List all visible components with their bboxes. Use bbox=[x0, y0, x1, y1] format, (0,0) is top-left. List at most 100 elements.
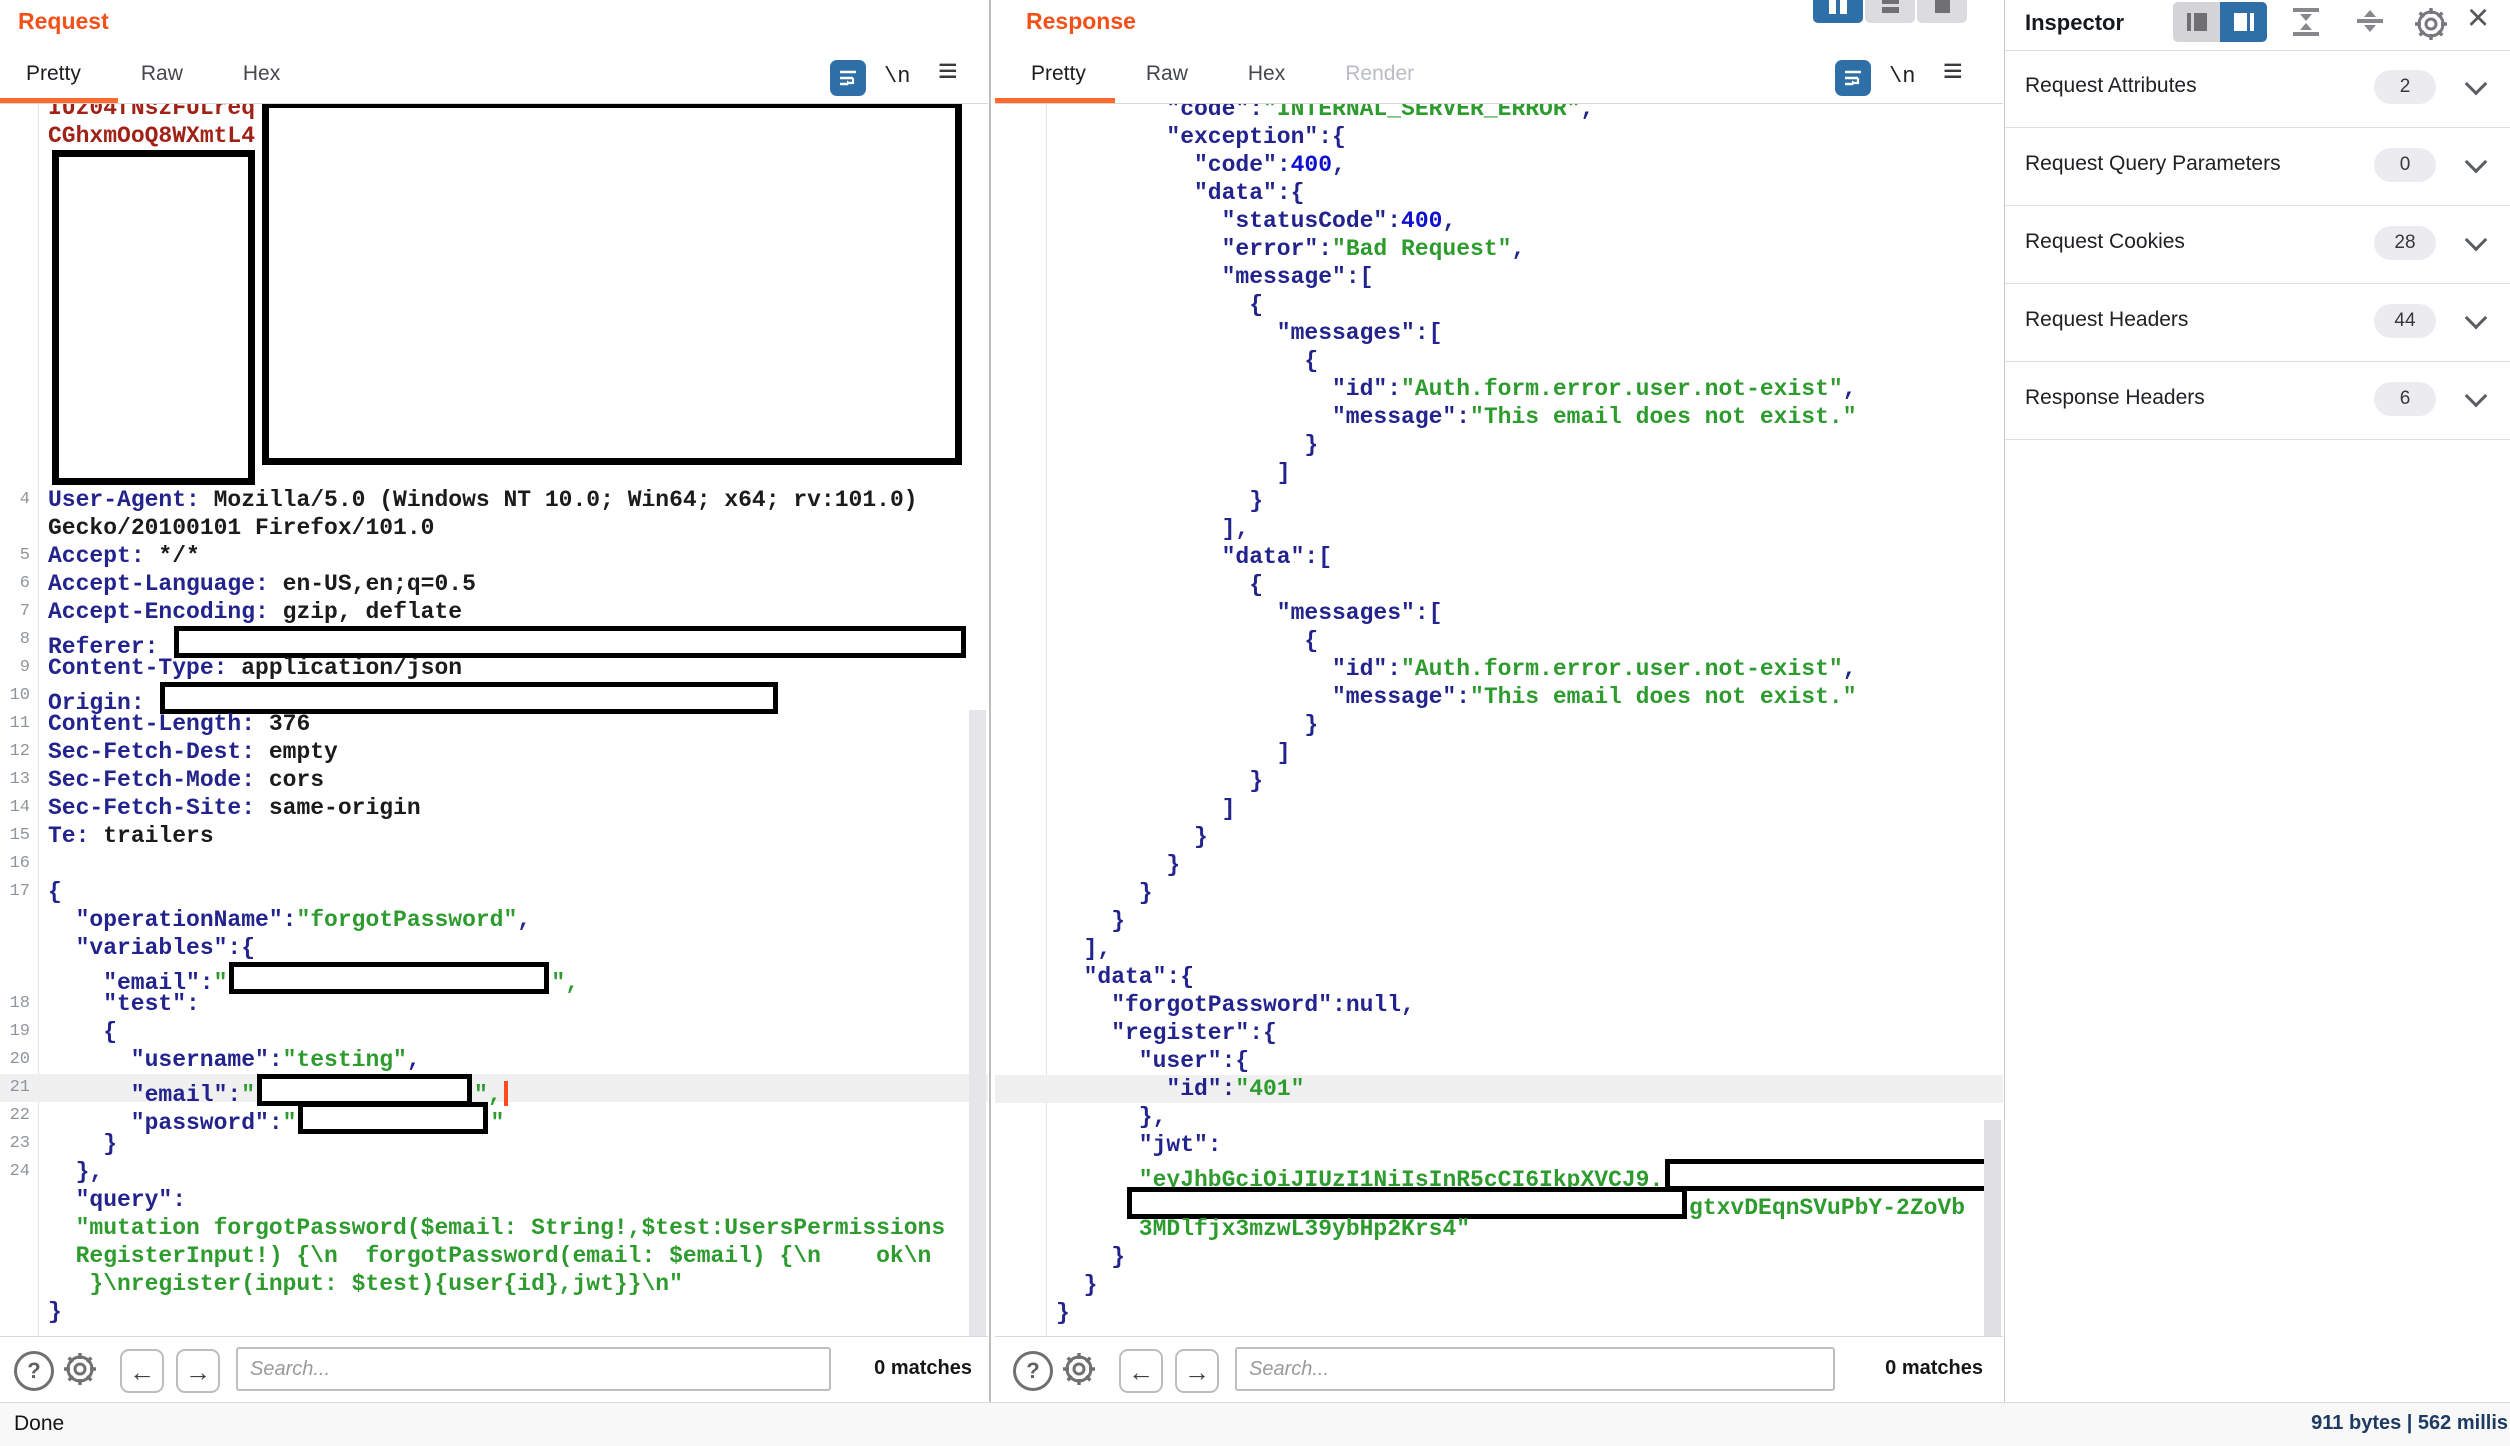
request-menu-icon[interactable]: ≡ bbox=[938, 54, 958, 88]
line-number: 11 bbox=[0, 710, 38, 738]
tab-render[interactable]: Render bbox=[1345, 62, 1414, 86]
tab-hex[interactable]: Hex bbox=[243, 62, 280, 86]
status-bar: Done 911 bytes | 562 millis bbox=[0, 1402, 2510, 1446]
code-line: }\nregister(input: $test){user{id},jwt}}… bbox=[0, 1270, 988, 1298]
redaction-box bbox=[262, 104, 962, 465]
layout-stacked-button[interactable] bbox=[1865, 0, 1915, 23]
code-line: "message":[ bbox=[995, 263, 2003, 291]
request-search-input[interactable] bbox=[236, 1347, 831, 1391]
chevron-down-icon[interactable] bbox=[2465, 385, 2488, 408]
response-size-and-time: 911 bytes | 562 millis bbox=[2311, 1412, 2508, 1435]
code-line: 3MDlfjx3mzwL39ybHp2Krs4" bbox=[995, 1215, 2003, 1243]
line-number: 18 bbox=[0, 990, 38, 1018]
inspector-section-response-headers[interactable]: Response Headers6 bbox=[2005, 362, 2510, 440]
line-number: 23 bbox=[0, 1130, 38, 1158]
show-newlines-toggle[interactable]: \n bbox=[884, 64, 910, 89]
line-number: 12 bbox=[0, 738, 38, 766]
code-line: "query": bbox=[0, 1186, 988, 1214]
request-tabs: Pretty Raw Hex bbox=[26, 62, 340, 86]
code-line: } bbox=[995, 823, 2003, 851]
response-menu-icon[interactable]: ≡ bbox=[1943, 54, 1963, 88]
code-line: "statusCode":400, bbox=[995, 207, 2003, 235]
inspector-section-request-query-parameters[interactable]: Request Query Parameters0 bbox=[2005, 128, 2510, 206]
code-line: 6Accept-Language: en-US,en;q=0.5 bbox=[0, 570, 988, 598]
word-wrap-toggle-button[interactable] bbox=[830, 60, 866, 96]
code-line: 16 bbox=[0, 850, 988, 878]
response-panel: Response PrettyRawHexRender \n ≡ "code":… bbox=[995, 0, 2003, 1402]
line-number: 6 bbox=[0, 570, 38, 598]
inspector-dock-toggle-group bbox=[2173, 2, 2267, 42]
code-line: "messages":[ bbox=[995, 599, 2003, 627]
tab-raw[interactable]: Raw bbox=[141, 62, 183, 86]
collapse-all-icon[interactable] bbox=[2293, 8, 2319, 36]
inspector-close-icon[interactable]: × bbox=[2467, 0, 2489, 38]
response-search-input[interactable] bbox=[1235, 1347, 1835, 1391]
inspector-section-request-cookies[interactable]: Request Cookies28 bbox=[2005, 206, 2510, 284]
tab-hex[interactable]: Hex bbox=[1248, 62, 1285, 86]
code-line: "operationName":"forgotPassword", bbox=[0, 906, 988, 934]
search-settings-gear-icon[interactable] bbox=[1059, 1349, 1099, 1394]
tab-pretty[interactable]: Pretty bbox=[1031, 62, 1086, 86]
code-line: ] bbox=[995, 795, 2003, 823]
section-count-badge: 44 bbox=[2374, 304, 2436, 338]
code-line: } bbox=[995, 879, 2003, 907]
inspector-settings-gear-icon[interactable] bbox=[2411, 4, 2451, 49]
code-line: 8Referer: bbox=[0, 626, 988, 654]
search-previous-button[interactable]: ← bbox=[120, 1349, 164, 1393]
code-line: "email":"", bbox=[0, 962, 988, 990]
request-panel-title: Request bbox=[18, 8, 109, 35]
section-label: Request Headers bbox=[2025, 308, 2188, 332]
search-settings-gear-icon[interactable] bbox=[60, 1349, 100, 1394]
word-wrap-toggle-button[interactable] bbox=[1835, 60, 1871, 96]
code-line: "eyJhbGciOiJIUzI1NiIsInR5cCI6IkpXVCJ9. bbox=[995, 1159, 2003, 1187]
search-previous-button[interactable]: ← bbox=[1119, 1349, 1163, 1393]
code-line: { bbox=[995, 291, 2003, 319]
code-line: } bbox=[995, 487, 2003, 515]
help-icon[interactable]: ? bbox=[14, 1351, 54, 1391]
response-editor[interactable]: "code":"INTERNAL_SERVER_ERROR","exceptio… bbox=[995, 104, 2003, 1336]
request-editor[interactable]: IUz04fNszFULreqCGhxmOoQ8WXmtL44User-Agen… bbox=[0, 104, 988, 1336]
tab-pretty[interactable]: Pretty bbox=[26, 62, 81, 86]
code-line: gtxvDEqnSVuPbY-2ZoVb bbox=[995, 1187, 2003, 1215]
panel-splitter[interactable] bbox=[989, 0, 991, 1402]
inspector-panel: Inspector bbox=[2004, 0, 2510, 1402]
chevron-down-icon[interactable] bbox=[2465, 73, 2488, 96]
show-newlines-toggle[interactable]: \n bbox=[1889, 64, 1915, 89]
inspector-section-request-headers[interactable]: Request Headers 44 bbox=[2005, 284, 2510, 362]
request-panel: Request Pretty Raw Hex \n ≡ IUz04fNszFULre… bbox=[0, 0, 988, 1402]
tab-raw[interactable]: Raw bbox=[1146, 62, 1188, 86]
section-count-badge: 6 bbox=[2374, 382, 2436, 416]
inspector-dock-right-button[interactable] bbox=[2173, 2, 2220, 42]
layout-single-button[interactable] bbox=[1917, 0, 1967, 23]
line-number: 15 bbox=[0, 822, 38, 850]
redaction-box bbox=[52, 150, 255, 485]
inspector-title: Inspector bbox=[2025, 10, 2124, 36]
layout-side-by-side-button[interactable] bbox=[1813, 0, 1863, 23]
code-line: 15Te: trailers bbox=[0, 822, 988, 850]
line-number: 14 bbox=[0, 794, 38, 822]
line-number: 19 bbox=[0, 1018, 38, 1046]
inspector-section-request-attributes[interactable]: Request Attributes2 bbox=[2005, 50, 2510, 128]
code-line: 5Accept: */* bbox=[0, 542, 988, 570]
code-line: "jwt": bbox=[995, 1131, 2003, 1159]
chevron-down-icon[interactable] bbox=[2465, 151, 2488, 174]
inspector-dock-panel-button[interactable] bbox=[2220, 2, 2267, 42]
expand-all-icon[interactable] bbox=[2357, 10, 2383, 32]
help-icon[interactable]: ? bbox=[1013, 1351, 1053, 1391]
status-message: Done bbox=[14, 1412, 64, 1436]
response-scrollbar-thumb[interactable] bbox=[1984, 1120, 2001, 1336]
code-line: ] bbox=[995, 739, 2003, 767]
request-scrollbar-thumb[interactable] bbox=[969, 710, 986, 1336]
search-next-button[interactable]: → bbox=[1175, 1349, 1219, 1393]
code-line: "variables":{ bbox=[0, 934, 988, 962]
section-label: Request Query Parameters bbox=[2025, 152, 2281, 176]
code-line: 9Content-Type: application/json bbox=[0, 654, 988, 682]
code-line: 4User-Agent: Mozilla/5.0 (Windows NT 10.… bbox=[0, 486, 988, 514]
code-line: { bbox=[995, 347, 2003, 375]
search-next-button[interactable]: → bbox=[176, 1349, 220, 1393]
chevron-down-icon[interactable] bbox=[2465, 307, 2488, 330]
chevron-down-icon[interactable] bbox=[2465, 229, 2488, 252]
request-search-toolbar: ? ← → 0 matches bbox=[0, 1336, 988, 1403]
code-line: } bbox=[995, 767, 2003, 795]
code-line: "exception":{ bbox=[995, 123, 2003, 151]
